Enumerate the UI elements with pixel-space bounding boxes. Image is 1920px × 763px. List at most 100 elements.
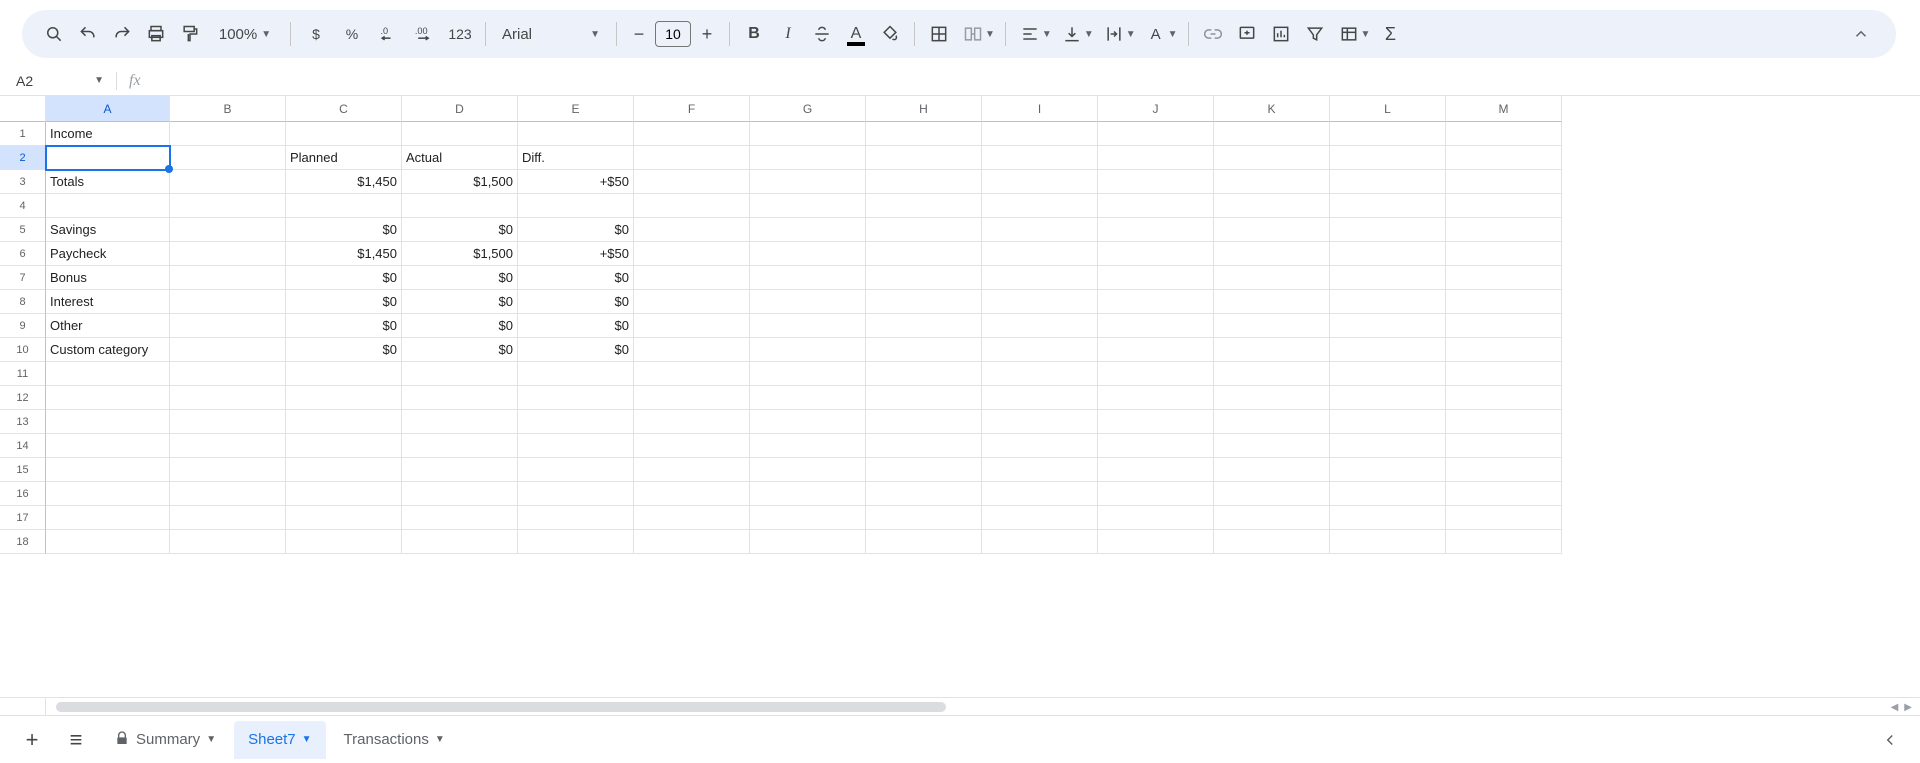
cell-J6[interactable]	[1098, 242, 1214, 266]
insert-chart-button[interactable]	[1267, 18, 1295, 50]
cell-J17[interactable]	[1098, 506, 1214, 530]
row-header-17[interactable]: 17	[0, 506, 46, 530]
cell-M1[interactable]	[1446, 122, 1562, 146]
horizontal-align-button[interactable]: ▼	[1016, 18, 1052, 50]
cell-A17[interactable]	[46, 506, 170, 530]
cell-F5[interactable]	[634, 218, 750, 242]
column-header-G[interactable]: G	[750, 96, 866, 122]
cell-C13[interactable]	[286, 410, 402, 434]
cell-E12[interactable]	[518, 386, 634, 410]
cell-L11[interactable]	[1330, 362, 1446, 386]
cell-J3[interactable]	[1098, 170, 1214, 194]
row-header-8[interactable]: 8	[0, 290, 46, 314]
cell-C7[interactable]: $0	[286, 266, 402, 290]
cell-A16[interactable]	[46, 482, 170, 506]
column-header-B[interactable]: B	[170, 96, 286, 122]
row-header-14[interactable]: 14	[0, 434, 46, 458]
all-sheets-button[interactable]: ≡	[56, 722, 96, 758]
cell-H4[interactable]	[866, 194, 982, 218]
cell-E13[interactable]	[518, 410, 634, 434]
cell-K12[interactable]	[1214, 386, 1330, 410]
bold-button[interactable]: B	[740, 18, 768, 50]
cell-C14[interactable]	[286, 434, 402, 458]
text-color-button[interactable]: A	[842, 18, 870, 50]
cell-I9[interactable]	[982, 314, 1098, 338]
cell-I11[interactable]	[982, 362, 1098, 386]
name-box[interactable]: A2 ▼	[10, 66, 110, 95]
cell-K6[interactable]	[1214, 242, 1330, 266]
cell-J18[interactable]	[1098, 530, 1214, 554]
cell-C4[interactable]	[286, 194, 402, 218]
row-header-10[interactable]: 10	[0, 338, 46, 362]
cell-L4[interactable]	[1330, 194, 1446, 218]
filter-button[interactable]	[1301, 18, 1329, 50]
cell-I16[interactable]	[982, 482, 1098, 506]
cell-B9[interactable]	[170, 314, 286, 338]
cell-H16[interactable]	[866, 482, 982, 506]
cell-L7[interactable]	[1330, 266, 1446, 290]
cell-L2[interactable]	[1330, 146, 1446, 170]
cell-B12[interactable]	[170, 386, 286, 410]
cell-K5[interactable]	[1214, 218, 1330, 242]
cell-M17[interactable]	[1446, 506, 1562, 530]
cell-K1[interactable]	[1214, 122, 1330, 146]
cell-M15[interactable]	[1446, 458, 1562, 482]
format-percent-button[interactable]: %	[337, 18, 367, 50]
borders-button[interactable]	[925, 18, 953, 50]
cell-G1[interactable]	[750, 122, 866, 146]
cell-E6[interactable]: +$50	[518, 242, 634, 266]
cell-I4[interactable]	[982, 194, 1098, 218]
cell-G9[interactable]	[750, 314, 866, 338]
cell-G16[interactable]	[750, 482, 866, 506]
cell-J10[interactable]	[1098, 338, 1214, 362]
cell-L18[interactable]	[1330, 530, 1446, 554]
cell-D6[interactable]: $1,500	[402, 242, 518, 266]
cell-A1[interactable]: Income	[46, 122, 170, 146]
cell-A9[interactable]: Other	[46, 314, 170, 338]
cell-K13[interactable]	[1214, 410, 1330, 434]
chevron-down-icon[interactable]: ▼	[302, 734, 312, 745]
vertical-align-button[interactable]: ▼	[1058, 18, 1094, 50]
cell-A18[interactable]	[46, 530, 170, 554]
cell-H15[interactable]	[866, 458, 982, 482]
cell-B6[interactable]	[170, 242, 286, 266]
cell-K18[interactable]	[1214, 530, 1330, 554]
cell-I17[interactable]	[982, 506, 1098, 530]
cell-D14[interactable]	[402, 434, 518, 458]
italic-button[interactable]: I	[774, 18, 802, 50]
font-size-input[interactable]	[655, 21, 691, 47]
cell-A15[interactable]	[46, 458, 170, 482]
cell-K8[interactable]	[1214, 290, 1330, 314]
cell-I10[interactable]	[982, 338, 1098, 362]
column-header-H[interactable]: H	[866, 96, 982, 122]
cell-B2[interactable]	[170, 146, 286, 170]
cell-L10[interactable]	[1330, 338, 1446, 362]
cell-J14[interactable]	[1098, 434, 1214, 458]
cell-M5[interactable]	[1446, 218, 1562, 242]
cell-J8[interactable]	[1098, 290, 1214, 314]
cell-I18[interactable]	[982, 530, 1098, 554]
cell-K15[interactable]	[1214, 458, 1330, 482]
column-header-K[interactable]: K	[1214, 96, 1330, 122]
cell-E4[interactable]	[518, 194, 634, 218]
cell-C2[interactable]: Planned	[286, 146, 402, 170]
cell-L14[interactable]	[1330, 434, 1446, 458]
zoom-dropdown[interactable]: 100% ▼	[210, 18, 280, 50]
cell-C1[interactable]	[286, 122, 402, 146]
column-header-D[interactable]: D	[402, 96, 518, 122]
cell-I3[interactable]	[982, 170, 1098, 194]
cell-I2[interactable]	[982, 146, 1098, 170]
cell-H6[interactable]	[866, 242, 982, 266]
cell-D1[interactable]	[402, 122, 518, 146]
cell-H9[interactable]	[866, 314, 982, 338]
column-header-M[interactable]: M	[1446, 96, 1562, 122]
cell-M13[interactable]	[1446, 410, 1562, 434]
cell-H10[interactable]	[866, 338, 982, 362]
cell-G14[interactable]	[750, 434, 866, 458]
cell-I5[interactable]	[982, 218, 1098, 242]
cell-B18[interactable]	[170, 530, 286, 554]
cell-H3[interactable]	[866, 170, 982, 194]
add-sheet-button[interactable]: +	[12, 722, 52, 758]
redo-button[interactable]	[108, 18, 136, 50]
cell-A6[interactable]: Paycheck	[46, 242, 170, 266]
